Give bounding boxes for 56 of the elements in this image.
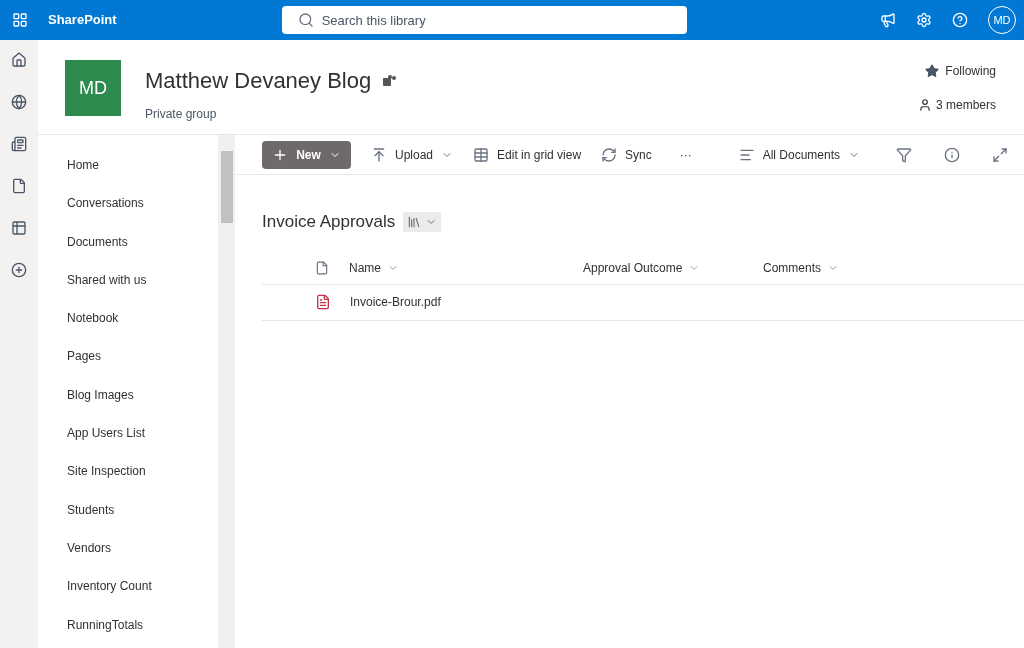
help-icon[interactable] (952, 12, 968, 28)
upload-button[interactable]: Upload (371, 145, 454, 164)
settings-icon[interactable] (916, 12, 932, 28)
upload-icon (371, 146, 387, 163)
library-title: Invoice Approvals (262, 211, 396, 233)
megaphone-icon[interactable] (880, 12, 896, 28)
sync-icon (601, 146, 618, 163)
nav-link[interactable]: RunningTotals (67, 605, 218, 644)
filter-icon[interactable] (896, 146, 912, 163)
home-icon[interactable] (11, 52, 27, 68)
scrollbar[interactable] (218, 135, 235, 648)
follow-button[interactable]: Following (925, 62, 996, 80)
news-icon[interactable] (11, 136, 27, 152)
file-icon[interactable] (11, 178, 27, 194)
app-name[interactable]: SharePoint (48, 10, 117, 30)
column-header[interactable]: Approval Outcome (583, 259, 701, 277)
nav-link[interactable]: Vendors (67, 528, 218, 568)
file-name[interactable]: Invoice-Brour.pdf (350, 293, 441, 311)
file-type-icon (315, 261, 329, 275)
site-title: Matthew Devaney Blog (145, 67, 372, 95)
library-menu-button[interactable] (403, 211, 442, 232)
site-subtitle: Private group (145, 106, 218, 123)
pdf-icon (315, 294, 331, 310)
nav-link[interactable]: Students (67, 490, 218, 529)
list-icon[interactable] (11, 220, 27, 236)
library-icon (407, 214, 422, 229)
column-header[interactable]: Comments (763, 259, 839, 277)
grid-icon (473, 146, 490, 163)
nav-link[interactable]: Shared with us (67, 260, 218, 300)
search-field[interactable]: Search this library (281, 6, 687, 34)
members-button[interactable]: 3 members (917, 96, 996, 114)
nav-link[interactable]: Inventory Count (67, 567, 218, 606)
file-row[interactable]: Invoice-Brour.pdf (262, 284, 1024, 321)
add-icon[interactable] (11, 262, 27, 278)
nav-link[interactable]: App Users List (67, 414, 218, 453)
expand-icon[interactable] (992, 146, 1008, 163)
site-logo: MD (65, 60, 121, 116)
more-button[interactable]: ··· (679, 145, 692, 164)
nav-link[interactable]: Blog Images (67, 375, 218, 415)
nav-link[interactable]: Home (67, 146, 218, 185)
star-icon (925, 64, 940, 78)
column-header[interactable]: Name (349, 259, 399, 277)
teams-icon (383, 74, 398, 87)
view-selector[interactable]: All Documents (738, 145, 860, 164)
nav-link[interactable]: Site Inspection (67, 452, 218, 491)
nav-link[interactable]: Pages (67, 337, 218, 376)
grid-view-button[interactable]: Edit in grid view (473, 145, 582, 164)
new-button[interactable]: New (262, 140, 351, 169)
search-icon (297, 12, 314, 28)
nav-link[interactable]: Conversations (67, 184, 218, 223)
globe-icon[interactable] (11, 94, 27, 110)
info-icon[interactable] (944, 146, 960, 163)
sync-button[interactable]: Sync (601, 145, 652, 164)
nav-link[interactable]: Documents (67, 222, 218, 261)
nav-link[interactable]: Notebook (67, 299, 218, 338)
person-icon (917, 98, 932, 112)
